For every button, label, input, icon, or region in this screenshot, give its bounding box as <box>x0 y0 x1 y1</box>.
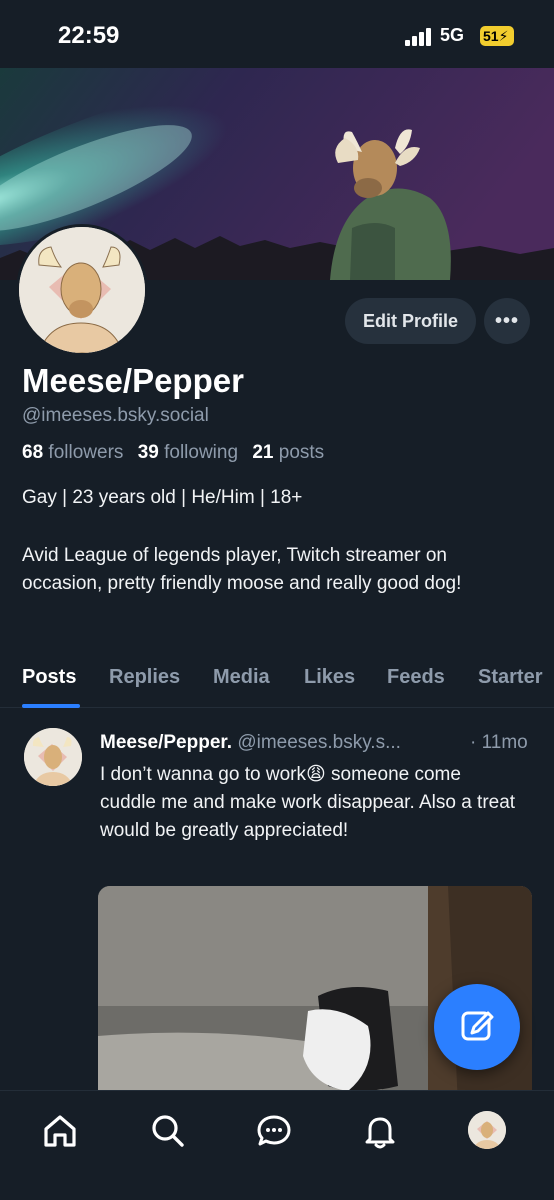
posts-count: 21 <box>252 442 274 463</box>
bottom-nav <box>0 1090 554 1200</box>
chat-icon <box>257 1115 291 1146</box>
search-icon <box>152 1115 184 1147</box>
display-name: Meese/Pepper <box>22 362 244 399</box>
compose-icon <box>461 1011 494 1041</box>
nav-search[interactable] <box>148 1111 188 1151</box>
followers-label: followers <box>48 442 124 463</box>
more-options-button[interactable]: ••• <box>484 298 530 344</box>
profile-stats: 68 followers 39 following 21 posts <box>22 442 333 464</box>
profile-tagline: Gay | 23 years old | He/Him | 18+ <box>22 487 303 508</box>
post-handle[interactable]: @imeeses.bsky.s... <box>237 732 401 753</box>
signal-icon <box>405 28 433 46</box>
profile-bio: Avid League of legends player, Twitch st… <box>22 545 462 594</box>
tab-media[interactable]: Media <box>213 666 270 689</box>
posts-stat: 21 posts <box>252 442 324 463</box>
followers-link[interactable]: 68 followers <box>22 442 123 463</box>
profile-handle: @imeeses.bsky.social <box>22 405 209 426</box>
post-avatar-image <box>24 728 82 786</box>
tab-feeds[interactable]: Feeds <box>387 666 445 689</box>
avatar-image <box>19 227 145 353</box>
nav-notifications[interactable] <box>360 1111 400 1151</box>
edit-profile-button[interactable]: Edit Profile <box>345 298 476 344</box>
bell-icon <box>365 1117 395 1149</box>
compose-button[interactable] <box>434 984 520 1070</box>
network-type: 5G <box>440 25 465 45</box>
battery-icon: 51⚡ <box>480 26 514 46</box>
status-time: 22:59 <box>58 22 120 49</box>
home-icon <box>44 1115 76 1147</box>
nav-profile-avatar[interactable] <box>468 1111 506 1149</box>
following-link[interactable]: 39 following <box>138 442 238 463</box>
tab-replies[interactable]: Replies <box>109 666 180 689</box>
following-label: following <box>164 442 239 463</box>
posts-label: posts <box>278 442 325 463</box>
status-bar: 22:59 5G 51⚡ <box>0 0 554 68</box>
post-timestamp[interactable]: · 11mo <box>470 732 528 754</box>
nav-chat[interactable] <box>254 1111 294 1151</box>
followers-count: 68 <box>22 442 44 463</box>
nav-home[interactable] <box>40 1111 80 1151</box>
post-author[interactable]: Meese/Pepper. <box>100 732 232 753</box>
following-count: 39 <box>137 442 159 463</box>
tab-likes[interactable]: Likes <box>304 666 355 689</box>
profile-avatar-icon <box>468 1111 506 1149</box>
profile-tabs: Posts Replies Media Likes Feeds Starter <box>0 650 554 708</box>
tab-starter[interactable]: Starter <box>478 666 542 689</box>
post-text: I don’t wanna go to work😩 someone come c… <box>100 764 516 841</box>
profile-avatar[interactable] <box>16 224 148 356</box>
post-avatar[interactable] <box>24 728 82 786</box>
tab-posts[interactable]: Posts <box>22 666 76 689</box>
active-tab-indicator <box>22 704 80 708</box>
battery-level: 51 <box>483 28 499 44</box>
